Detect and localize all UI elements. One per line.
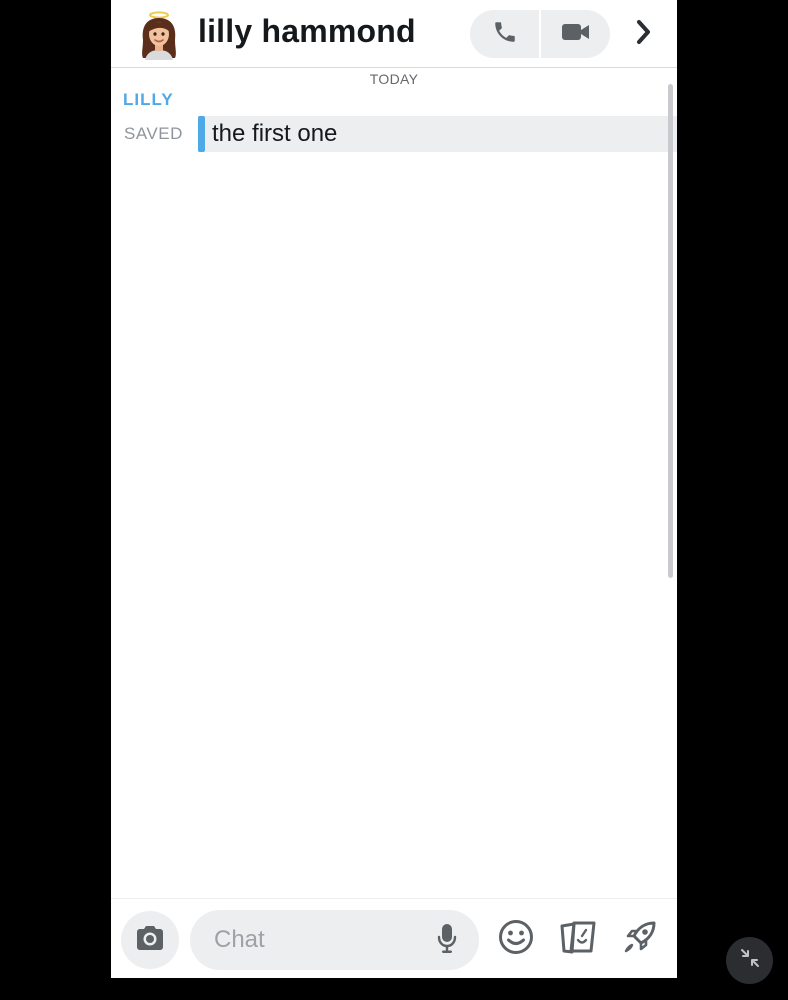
minimize-button[interactable]: [726, 937, 773, 984]
camera-icon: [134, 924, 166, 957]
video-call-button[interactable]: [541, 10, 610, 58]
sender-name: LILLY: [123, 90, 174, 109]
smiley-icon: [497, 918, 535, 961]
microphone-icon: [436, 922, 458, 959]
profile-chevron-button[interactable]: [629, 16, 659, 52]
saved-label: SAVED: [124, 124, 183, 143]
call-button-group: [470, 10, 610, 58]
avatar[interactable]: [135, 10, 183, 60]
sticker-cards-icon: [558, 918, 598, 961]
message-list[interactable]: TODAY LILLY SAVED the first one: [111, 68, 677, 898]
message-bubble[interactable]: the first one: [198, 116, 677, 152]
scrollbar[interactable]: [668, 84, 673, 578]
date-separator: TODAY: [369, 71, 419, 87]
chat-header: lilly hammond: [111, 0, 677, 68]
microphone-button[interactable]: [435, 923, 459, 957]
emoji-button[interactable]: [496, 919, 536, 959]
message-row[interactable]: SAVED the first one: [111, 116, 677, 152]
sticker-button[interactable]: [558, 919, 598, 959]
message-text: the first one: [212, 120, 338, 147]
rocket-icon: [621, 918, 659, 961]
chevron-right-icon: [635, 18, 653, 51]
collapse-arrows-icon: [739, 947, 761, 974]
contact-name[interactable]: lilly hammond: [198, 13, 416, 50]
chat-window: lilly hammond TODAY LILLY SAVED the firs…: [111, 0, 677, 978]
chat-input-container: [190, 910, 479, 970]
chat-input[interactable]: [212, 922, 426, 958]
phone-icon: [492, 19, 518, 50]
camera-button[interactable]: [121, 911, 179, 969]
message-accent-bar: [198, 116, 205, 152]
voice-call-button[interactable]: [470, 10, 539, 58]
composer-bar: [111, 898, 677, 978]
video-camera-icon: [561, 21, 591, 48]
games-button[interactable]: [620, 919, 660, 959]
